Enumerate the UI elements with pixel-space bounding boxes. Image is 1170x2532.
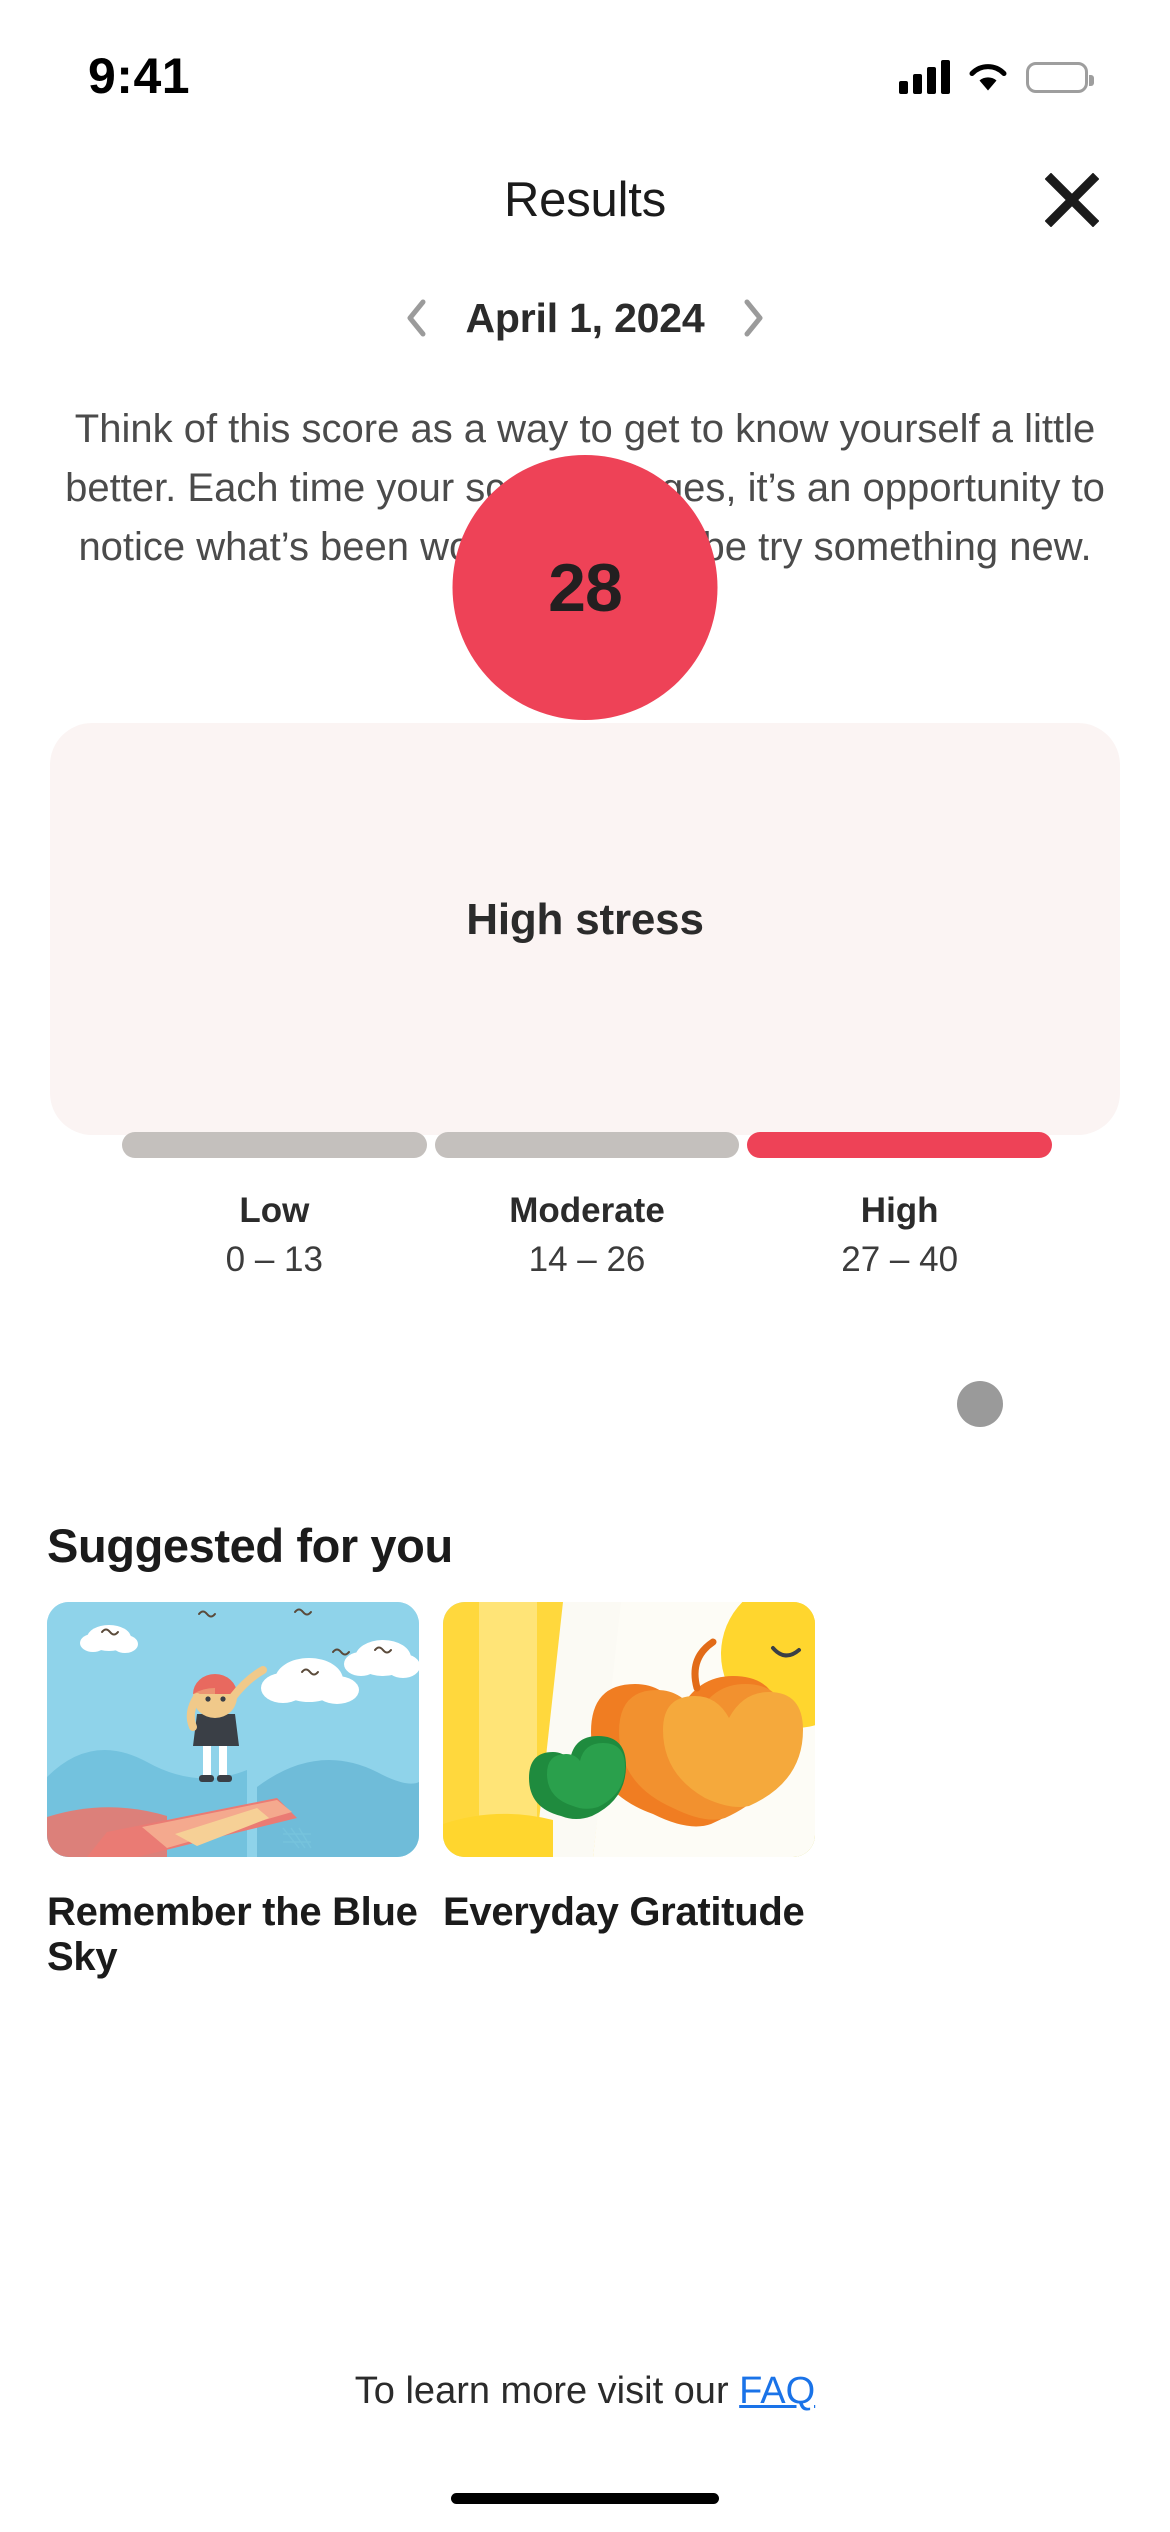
suggested-card-label: Everyday Gratitude [443,1890,805,1934]
navigation-bar: Results [0,140,1170,260]
suggested-card-gratitude[interactable]: Everyday Gratitude [443,1602,815,1980]
footer-prefix: To learn more visit our [354,2370,740,2412]
faq-link[interactable]: FAQ [739,2370,815,2412]
meter-segment-low [122,1132,427,1158]
suggested-list: Remember the Blue Sky Everyday Gratitude [47,1602,1125,1980]
meter-segment-moderate [434,1132,740,1158]
next-day-button[interactable] [734,293,774,343]
close-button[interactable] [1036,164,1108,236]
meter-label-moderate: Moderate 14 – 26 [435,1186,740,1284]
results-screen: 9:41 Results April 1, 2024 Think of this… [0,0,1170,2532]
chevron-right-icon [744,299,763,337]
meter-label-high-name: High [860,1191,939,1230]
stress-level-label: High stress [466,895,704,944]
suggested-section-title: Suggested for you [47,1519,453,1572]
meter-label-moderate-range: 14 – 26 [528,1240,646,1279]
blue-sky-illustration [47,1602,419,1857]
suggested-card-label: Remember the Blue Sky [47,1890,418,1979]
stress-meter-labels: Low 0 – 13 Moderate 14 – 26 High 27 – 40 [122,1186,1052,1284]
suggested-card-blue-sky[interactable]: Remember the Blue Sky [47,1602,419,1980]
stress-meter [122,1132,1053,1158]
footer-text: To learn more visit our FAQ [0,2370,1170,2413]
wifi-icon [966,60,1010,94]
meter-label-high: High 27 – 40 [747,1186,1052,1284]
home-indicator[interactable] [451,2493,719,2504]
page-title: Results [504,173,666,227]
close-icon [1045,173,1099,227]
gratitude-fruit-illustration [443,1602,815,1857]
page-indicator-dot[interactable] [957,1381,1003,1427]
meter-label-moderate-name: Moderate [509,1191,665,1230]
signal-bars-icon [899,60,950,94]
selected-date[interactable]: April 1, 2024 [466,295,705,342]
meter-label-low-name: Low [239,1191,310,1230]
meter-label-low: Low 0 – 13 [122,1186,427,1284]
meter-segment-high [747,1132,1053,1158]
status-bar-time: 9:41 [88,48,191,104]
battery-icon [1026,61,1094,93]
score-value: 28 [548,549,623,626]
meter-label-low-range: 0 – 13 [225,1240,323,1279]
status-bar: 9:41 [0,0,1170,140]
meter-label-high-range: 27 – 40 [841,1240,959,1279]
status-bar-icons [899,60,1094,94]
previous-day-button[interactable] [396,293,436,343]
date-navigator: April 1, 2024 [0,278,1170,358]
score-bubble: 28 [452,455,718,720]
chevron-left-icon [407,299,425,337]
